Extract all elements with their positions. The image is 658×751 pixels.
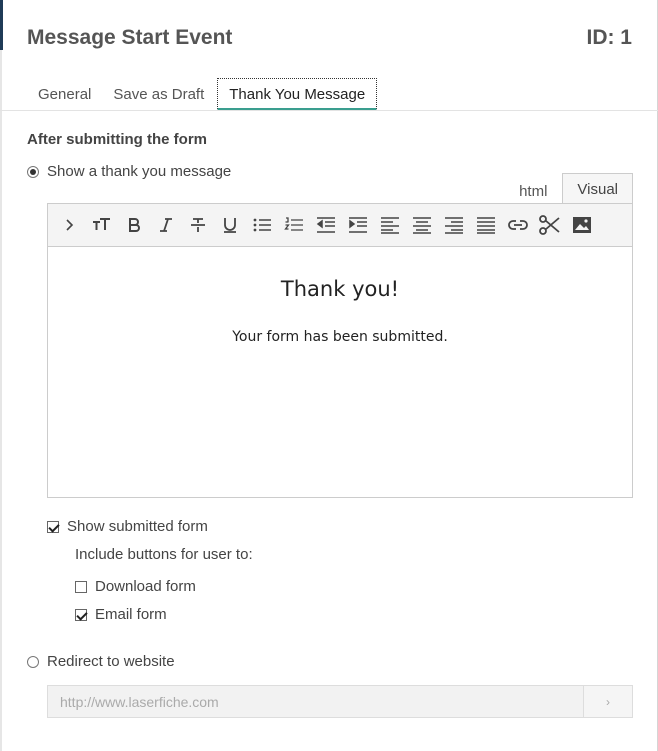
editor-mode-tabs: html Visual (504, 173, 633, 206)
image-icon[interactable] (566, 209, 598, 241)
rich-text-editor: Thank you! Your form has been submitted. (47, 203, 633, 498)
chevron-right-icon[interactable] (54, 209, 86, 241)
tabs-divider (0, 110, 658, 111)
redirect-url-field: › (47, 685, 633, 718)
show-submitted-form-checkbox[interactable] (47, 520, 59, 533)
redirect-radio[interactable] (27, 655, 39, 668)
email-form-checkbox[interactable] (75, 608, 87, 621)
align-right-icon[interactable] (438, 209, 470, 241)
underline-icon[interactable] (214, 209, 246, 241)
tab-html[interactable]: html (504, 177, 562, 206)
show-message-radio[interactable] (27, 165, 39, 178)
tab-save-as-draft[interactable]: Save as Draft (102, 78, 215, 111)
show-submitted-form-label: Show submitted form (67, 518, 208, 535)
numbered-list-icon[interactable] (278, 209, 310, 241)
chevron-right-icon: › (606, 694, 610, 709)
thank-you-body: Your form has been submitted. (232, 329, 448, 345)
redirect-option[interactable]: Redirect to website (27, 653, 175, 670)
redirect-label: Redirect to website (47, 653, 175, 670)
align-center-icon[interactable] (406, 209, 438, 241)
tab-visual[interactable]: Visual (562, 173, 633, 206)
strikethrough-icon[interactable] (182, 209, 214, 241)
tab-thank-you-message[interactable]: Thank You Message (217, 78, 378, 111)
panel-accent (0, 0, 3, 50)
section-heading: After submitting the form (27, 131, 207, 148)
email-form-label: Email form (95, 606, 167, 623)
show-submitted-form-option[interactable]: Show submitted form (47, 518, 208, 535)
event-id: ID: 1 (586, 26, 632, 49)
tab-bar: General Save as Draft Thank You Message (27, 78, 378, 111)
indent-icon[interactable] (342, 209, 374, 241)
italic-icon[interactable] (150, 209, 182, 241)
email-form-option[interactable]: Email form (75, 606, 167, 623)
panel-left-edge (0, 0, 2, 751)
redirect-url-input[interactable] (48, 686, 583, 717)
editor-content[interactable]: Thank you! Your form has been submitted. (48, 277, 632, 345)
download-form-checkbox[interactable] (75, 580, 87, 593)
tab-general[interactable]: General (27, 78, 102, 111)
dialog-title: Message Start Event (27, 26, 233, 49)
thank-you-heading: Thank you! (280, 277, 400, 301)
download-form-label: Download form (95, 578, 196, 595)
include-buttons-label: Include buttons for user to: (75, 546, 253, 563)
bold-icon[interactable] (118, 209, 150, 241)
align-left-icon[interactable] (374, 209, 406, 241)
outdent-icon[interactable] (310, 209, 342, 241)
link-icon[interactable] (502, 209, 534, 241)
editor-toolbar (48, 204, 632, 247)
cut-icon[interactable] (534, 209, 566, 241)
bullet-list-icon[interactable] (246, 209, 278, 241)
font-size-icon[interactable] (86, 209, 118, 241)
justify-icon[interactable] (470, 209, 502, 241)
redirect-url-button[interactable]: › (583, 686, 632, 717)
download-form-option[interactable]: Download form (75, 578, 196, 595)
show-message-label: Show a thank you message (47, 163, 232, 180)
show-message-option[interactable]: Show a thank you message (27, 163, 231, 180)
